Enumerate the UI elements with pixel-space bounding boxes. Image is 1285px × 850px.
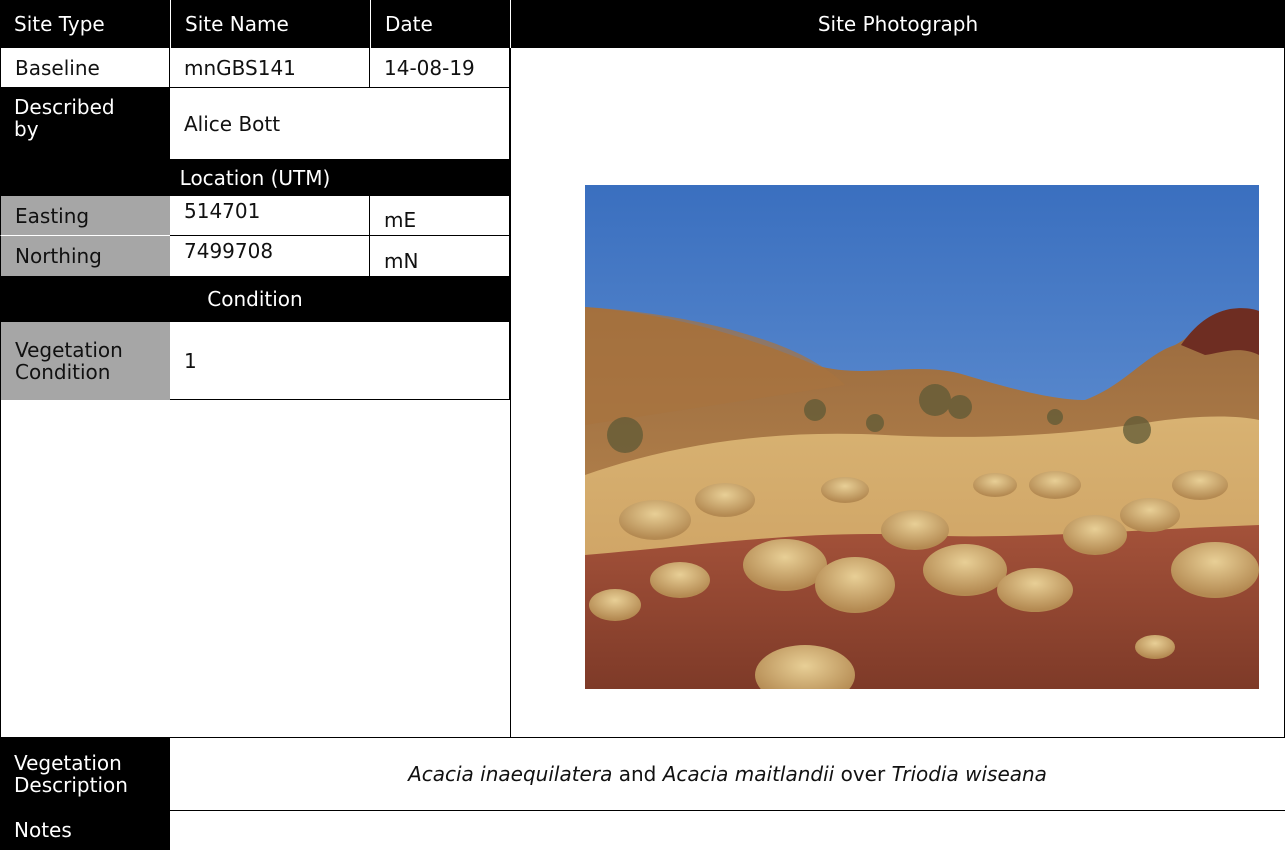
site-date-value: 14-08-19	[370, 48, 510, 88]
location-title: Location (UTM)	[0, 160, 510, 196]
vegetation-condition-value: 1	[170, 322, 510, 400]
header-site-name: Site Name	[170, 0, 370, 48]
vegetation-description-label-text: Vegetation Description	[14, 751, 128, 797]
vegetation-condition-label: Vegetation Condition	[0, 322, 170, 400]
easting-unit: mE	[370, 196, 510, 236]
vegetation-description-label: Vegetation Description	[0, 738, 170, 810]
site-type-value: Baseline	[0, 48, 170, 88]
described-by-label: Described by	[0, 88, 170, 160]
species-acacia-maitlandii: Acacia maitlandii	[662, 762, 835, 786]
left-border	[0, 400, 1, 738]
described-by-label-text: Described by	[14, 95, 115, 141]
northing-value: 7499708	[170, 236, 370, 276]
header-site-type: Site Type	[0, 0, 170, 48]
header-site-photograph: Site Photograph	[510, 0, 1285, 48]
species-triodia-wiseana: Triodia wiseana	[891, 762, 1047, 786]
middle-divider	[510, 48, 511, 738]
desc-over: over	[840, 762, 886, 786]
easting-value: 514701	[170, 196, 370, 236]
landscape-image	[585, 185, 1259, 689]
header-date: Date	[370, 0, 510, 48]
vegetation-condition-label-text: Vegetation Condition	[15, 338, 123, 384]
condition-title: Condition	[0, 276, 510, 322]
notes-value	[170, 811, 1285, 850]
site-photograph-image	[585, 185, 1259, 689]
northing-label: Northing	[0, 236, 170, 276]
site-name-value: mnGBS141	[170, 48, 370, 88]
vegetation-description-value: Acacia inaequilatera and Acacia maitland…	[170, 738, 1285, 810]
notes-label: Notes	[0, 810, 170, 850]
desc-and: and	[618, 762, 657, 786]
northing-unit: mN	[370, 236, 510, 276]
described-by-value: Alice Bott	[170, 88, 510, 160]
species-acacia-inaequilatera: Acacia inaequilatera	[408, 762, 613, 786]
easting-label: Easting	[0, 196, 170, 236]
